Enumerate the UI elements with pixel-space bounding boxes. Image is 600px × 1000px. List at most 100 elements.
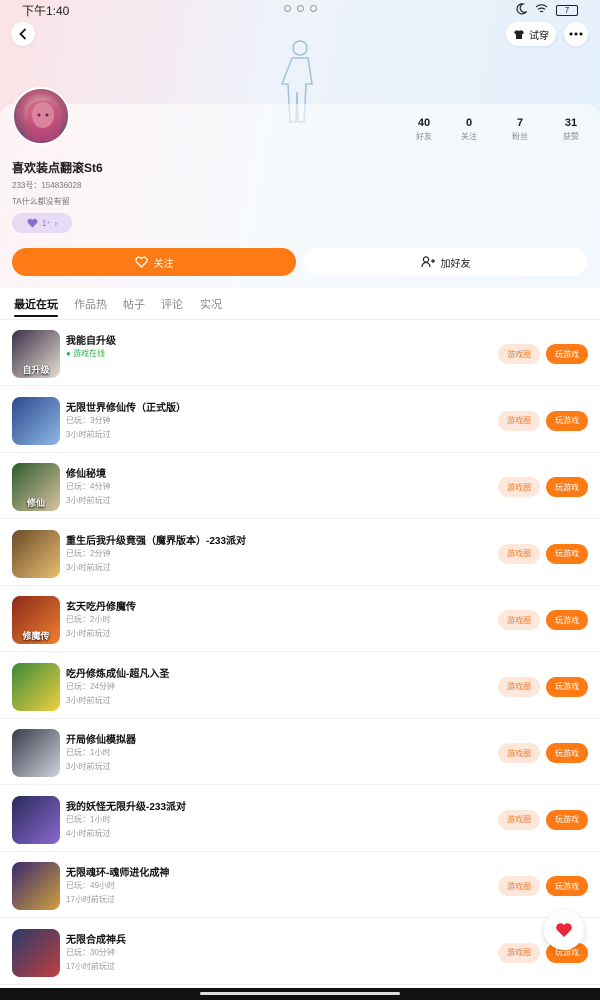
game-playtime: 已玩：3分钟 [66, 415, 111, 425]
game-row[interactable]: 修魔传 玄天吃丹修魔传 已玩：2小时 3小时前玩过 游戏圈 玩游戏 [0, 586, 600, 652]
game-thumbnail[interactable]: 修仙 [12, 463, 60, 511]
game-circle-button[interactable]: 游戏圈 [498, 676, 540, 697]
active-tab-indicator [14, 315, 58, 317]
heart-badge-text: 1⁺ [41, 218, 51, 228]
game-circle-button[interactable]: 游戏圈 [498, 610, 540, 630]
tab-recent-playing[interactable]: 最近在玩 [14, 296, 58, 312]
game-circle-button[interactable]: 游戏圈 [498, 942, 540, 963]
play-game-button[interactable]: 玩游戏 [546, 743, 588, 763]
chevron-right-icon: › [54, 218, 58, 228]
floating-heart-button[interactable] [544, 910, 584, 950]
play-game-button[interactable]: 玩游戏 [546, 344, 588, 364]
game-playtime: 已玩：24分钟 [66, 681, 115, 691]
game-title: 修仙秘境 [66, 469, 106, 480]
tab-works[interactable]: 作品热 [74, 296, 107, 312]
more-button[interactable] [564, 22, 588, 46]
game-playtime: 已玩：2分钟 [66, 548, 111, 558]
stat-likes[interactable]: 31 获赞 [551, 117, 591, 142]
game-row[interactable]: 我的妖怪无限升级-233派对 已玩：1小时 4小时前玩过 游戏圈 玩游戏 [0, 786, 600, 852]
game-thumbnail[interactable] [12, 396, 60, 445]
play-game-button[interactable]: 玩游戏 [546, 410, 588, 431]
game-thumbnail[interactable]: 自升级 [12, 330, 60, 378]
game-row[interactable]: 吃丹修炼成仙-超凡入圣 已玩：24分钟 3小时前玩过 游戏圈 玩游戏 [0, 653, 600, 719]
play-game-button[interactable]: 玩游戏 [546, 676, 588, 697]
game-thumbnail[interactable] [12, 795, 60, 844]
game-playtime: 已玩：1小时 [66, 814, 111, 824]
stat-friends-label: 好友 [416, 132, 432, 141]
game-title: 重生后我升级竟强（魔界版本）-233派对 [66, 535, 247, 547]
game-thumbnail[interactable] [12, 662, 60, 711]
game-thumbnail[interactable] [12, 862, 60, 910]
profile-tabs: 最近在玩 作品热 帖子 评论 实况 [0, 288, 600, 320]
recent-games-list: 自升级 我能自升级 ● 游戏在线 游戏圈 玩游戏 无限世界修仙传（正式版） 已玩：3分钟 3小… [0, 320, 600, 990]
game-thumbnail[interactable] [12, 729, 60, 777]
game-circle-button[interactable]: 游戏圈 [498, 809, 540, 830]
play-game-button[interactable]: 玩游戏 [546, 809, 588, 830]
tab-posts[interactable]: 帖子 [123, 296, 145, 312]
game-row[interactable]: 无限魂环-魂师进化成神 已玩：49小时 17小时前玩过 游戏圈 玩游戏 [0, 852, 600, 918]
stat-fans-count: 7 [516, 117, 524, 129]
stat-likes-count: 31 [564, 117, 578, 129]
play-game-button[interactable]: 玩游戏 [546, 543, 588, 564]
game-row[interactable]: 开局修仙模拟器 已玩：1小时 3小时前玩过 游戏圈 玩游戏 [0, 719, 600, 785]
game-thumbnail[interactable] [12, 529, 60, 578]
add-friend-button[interactable]: 加好友 [304, 248, 587, 276]
game-last-played: 3小时前玩过 [66, 629, 111, 638]
game-row[interactable]: 重生后我升级竟强（魔界版本）-233派对 已玩：2分钟 3小时前玩过 游戏圈 玩游戏 [0, 520, 600, 586]
game-thumbnail[interactable]: 修魔传 [12, 596, 60, 644]
profile-uid[interactable]: 233号：154836028 [12, 180, 81, 191]
heart-badge[interactable]: 1⁺ › [12, 213, 72, 233]
more-dots-icon [569, 32, 583, 36]
tab-live[interactable]: 实况 [200, 296, 222, 312]
game-playtime: 已玩：1小时 [66, 748, 111, 757]
profile-stats: 40 好友 0 关注 7 粉丝 31 获赞 [400, 117, 600, 147]
game-row[interactable]: 无限世界修仙传（正式版） 已玩：3分钟 3小时前玩过 游戏圈 玩游戏 [0, 387, 600, 453]
game-last-played: 17小时前玩过 [66, 895, 115, 904]
stat-friends-count: 40 [417, 117, 431, 129]
game-thumbnail[interactable] [12, 928, 60, 977]
heart-outline-icon [134, 256, 148, 268]
play-game-button[interactable]: 玩游戏 [546, 477, 588, 497]
home-indicator[interactable] [200, 992, 400, 995]
follow-button[interactable]: 关注 [12, 248, 296, 276]
game-circle-button[interactable]: 游戏圈 [498, 410, 540, 431]
tab-comments[interactable]: 评论 [161, 296, 183, 312]
heart-icon [27, 218, 38, 228]
game-row[interactable]: 自升级 我能自升级 ● 游戏在线 游戏圈 玩游戏 [0, 320, 600, 386]
game-circle-button[interactable]: 游戏圈 [498, 543, 540, 564]
follow-label: 关注 [153, 258, 174, 270]
try-on-button[interactable]: 试穿 [506, 22, 556, 46]
game-playtime: 已玩：30分钟 [66, 947, 115, 957]
game-playtime: 已玩：2小时 [66, 615, 111, 624]
game-last-played: 3小时前玩过 [66, 762, 111, 771]
game-playtime: 已玩：4分钟 [66, 482, 111, 491]
game-circle-button[interactable]: 游戏圈 [498, 876, 540, 896]
game-row[interactable]: 修仙 修仙秘境已玩：4分钟 3小时前玩过 游戏圈 玩游戏 [0, 453, 600, 519]
game-title: 无限合成神兵 [66, 934, 126, 946]
shirt-icon [514, 29, 524, 39]
stat-likes-label: 获赞 [563, 132, 579, 141]
multi-window-dots[interactable] [284, 5, 317, 12]
play-game-button[interactable]: 玩游戏 [546, 610, 588, 630]
avatar[interactable] [12, 87, 70, 145]
add-friend-label: 加好友 [440, 258, 471, 270]
game-title: 开局修仙模拟器 [66, 735, 136, 746]
game-last-played: 3小时前玩过 [66, 695, 111, 705]
game-title: 我能自升级 [66, 336, 116, 347]
back-button[interactable] [11, 22, 35, 46]
game-thumbnail-text: 自升级 [22, 365, 50, 375]
stat-fans-label: 粉丝 [512, 132, 528, 141]
stat-following-count: 0 [465, 117, 473, 129]
stat-fans[interactable]: 7 粉丝 [500, 117, 540, 142]
stat-following[interactable]: 0 关注 [449, 117, 489, 142]
status-bar: 下午1:40 7 [0, 0, 600, 20]
game-row[interactable]: 无限合成神兵 已玩：30分钟 17小时前玩过 游戏圈 玩游戏 [0, 919, 600, 985]
game-circle-button[interactable]: 游戏圈 [498, 344, 540, 364]
play-game-button[interactable]: 玩游戏 [546, 876, 588, 896]
game-title: 吃丹修炼成仙-超凡入圣 [66, 668, 170, 680]
game-circle-button[interactable]: 游戏圈 [498, 477, 540, 497]
game-circle-button[interactable]: 游戏圈 [498, 743, 540, 763]
stat-friends[interactable]: 40 好友 [404, 117, 444, 142]
status-time: 下午1:40 [22, 3, 70, 18]
game-last-played: 3小时前玩过 [66, 496, 111, 505]
